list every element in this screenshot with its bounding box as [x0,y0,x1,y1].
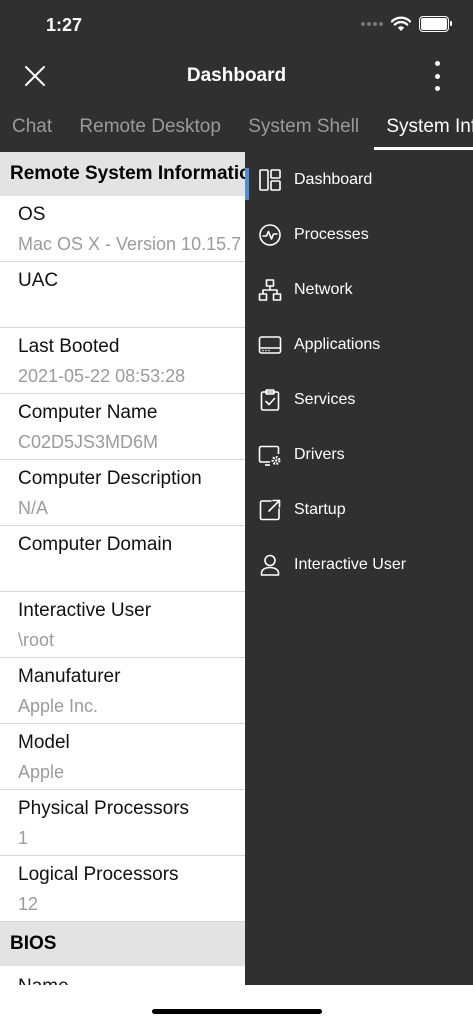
startup-icon [258,498,282,522]
info-row-uac: UAC [0,262,245,328]
cellular-signal-icon [361,22,383,26]
active-item-indicator [245,168,249,200]
drawer-item-startup[interactable]: Startup [245,482,473,537]
more-vertical-icon [434,61,440,66]
info-label: Last Booted [18,336,120,357]
tab-remote-desktop[interactable]: Remote Desktop [79,116,221,138]
info-label: OS [18,204,46,225]
info-value: 12 [18,894,39,914]
drawer-item-interactive-user[interactable]: Interactive User [245,537,473,592]
info-label: Model [18,732,70,753]
drawer-item-applications[interactable]: Applications [245,317,473,372]
page-title: Dashboard [186,65,287,86]
drivers-icon [258,443,282,467]
info-value: 2021-05-22 08:53:28 [18,366,186,386]
drawer-item-label: Dashboard [294,170,373,188]
battery-icon [419,16,452,32]
info-label: UAC [18,270,59,291]
info-label: Interactive User [18,600,152,621]
info-value: N/A [18,498,49,518]
info-label-partial: Name [0,966,245,985]
info-value: 1 [18,828,29,848]
applications-icon [258,333,282,357]
processes-icon [258,223,282,247]
drawer-item-dashboard[interactable]: Dashboard [245,152,473,207]
info-label: Physical Processors [18,798,190,819]
section-header-remote-system-information: Remote System Information [0,152,245,196]
network-icon [258,278,282,302]
info-label: Computer Description [18,468,202,489]
tab-chat[interactable]: Chat [12,116,52,138]
home-indicator-area [0,985,473,1024]
info-value [18,564,245,584]
info-label: Computer Name [18,402,158,423]
info-value: Mac OS X - Version 10.15.7 [18,234,242,254]
info-row-logical-processors: Logical Processors 12 [0,856,245,922]
drawer-item-label: Drivers [294,445,345,463]
info-value: \root [18,630,55,650]
info-value: C02D5JS3MD6M [18,432,159,452]
wifi-icon [391,16,411,31]
drawer-item-label: Applications [294,335,381,353]
services-icon [258,388,282,412]
info-row-physical-processors: Physical Processors 1 [0,790,245,856]
info-label: Manufaturer [18,666,121,687]
drawer-item-label: Processes [294,225,369,243]
info-value: Apple Inc. [18,696,99,716]
info-value [18,300,245,320]
info-value: Apple [18,762,65,782]
info-row-os: OS Mac OS X - Version 10.15.7 [0,196,245,262]
drawer-item-network[interactable]: Network [245,262,473,317]
info-row-model: Model Apple [0,724,245,790]
info-row-computer-name: Computer Name C02D5JS3MD6M [0,394,245,460]
drawer-item-label: Services [294,390,356,408]
drawer-item-processes[interactable]: Processes [245,207,473,262]
drawer-item-label: Interactive User [294,555,407,573]
drawer-item-label: Network [294,280,353,298]
system-info-list[interactable]: Remote System Information OS Mac OS X - … [0,152,245,985]
status-bar: 1:27 [0,0,473,52]
drawer-item-drivers[interactable]: Drivers [245,427,473,482]
status-time: 1:27 [46,15,83,35]
top-bar: Dashboard [0,52,473,100]
tab-bar: Chat Remote Desktop System Shell System … [0,100,473,150]
info-row-computer-description: Computer Description N/A [0,460,245,526]
info-row-interactive-user: Interactive User \root [0,592,245,658]
drawer-item-services[interactable]: Services [245,372,473,427]
interactive-user-icon [258,553,282,577]
info-label: Computer Domain [18,534,173,555]
side-drawer: Dashboard Processes Network Applications [245,152,473,985]
info-row-manufacturer: Manufaturer Apple Inc. [0,658,245,724]
drawer-item-label: Startup [294,500,346,518]
info-row-computer-domain: Computer Domain [0,526,245,592]
section-header-bios: BIOS [0,922,245,966]
tab-system-information[interactable]: System Information [374,116,473,150]
info-row-last-booted: Last Booted 2021-05-22 08:53:28 [0,328,245,394]
tab-system-shell[interactable]: System Shell [248,116,359,138]
more-options-button[interactable] [427,61,447,91]
info-label: Logical Processors [18,864,179,885]
dashboard-icon [258,168,282,192]
home-indicator[interactable] [152,1009,322,1014]
status-icons [361,16,452,32]
